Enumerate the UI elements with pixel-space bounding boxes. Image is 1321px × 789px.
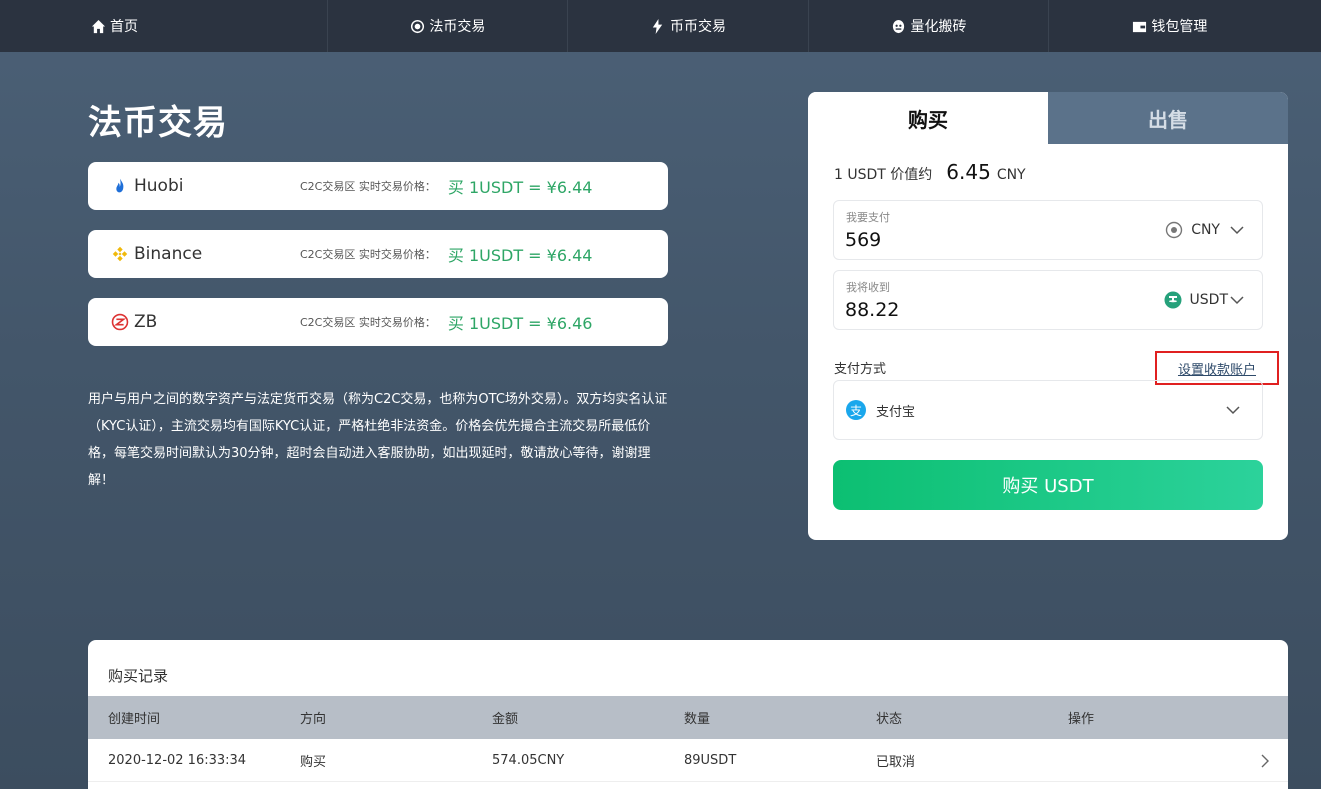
binance-icon	[110, 244, 130, 264]
page-title: 法币交易	[88, 103, 228, 143]
usdt-coin-icon	[1164, 291, 1182, 309]
receive-currency: USDT	[1189, 292, 1228, 308]
record-amount: 574.05CNY	[492, 752, 565, 768]
exchange-card-binance: Binance C2C交易区 实时交易价格： 买 1USDT = ¥6.44	[88, 230, 668, 278]
fiat-trade-description: 用户与用户之间的数字资产与法定货币交易（称为C2C交易，也称为OTC场外交易）。…	[88, 392, 668, 488]
chevron-down-icon	[1230, 293, 1244, 307]
tab-sell[interactable]: 出售	[1048, 92, 1288, 144]
nav-quant-label: 量化搬砖	[910, 19, 967, 35]
exchange-price: 买 1USDT = ¥6.46	[447, 314, 593, 333]
exchange-price-label: C2C交易区 实时交易价格：	[300, 316, 436, 329]
record-status: 已取消	[876, 754, 916, 770]
chevron-down-icon	[1226, 403, 1240, 417]
pay-amount-input[interactable]	[845, 227, 1095, 253]
exchange-price: 买 1USDT = ¥6.44	[447, 178, 593, 197]
purchase-records: 购买记录 创建时间 方向 金额 数量 状态 操作 2020-12-02 16:3…	[88, 640, 1288, 789]
column-header: 数量	[684, 712, 711, 727]
pay-amount-field: 我要支付 CNY	[833, 200, 1263, 260]
rate-prefix: 1 USDT 价值约	[834, 167, 933, 183]
tab-buy[interactable]: 购买	[808, 92, 1048, 144]
receive-currency-select[interactable]: USDT	[1164, 291, 1244, 309]
pay-currency: CNY	[1191, 222, 1220, 238]
exchange-price-label: C2C交易区 实时交易价格：	[300, 180, 436, 193]
exchange-card-zb: ZB C2C交易区 实时交易价格： 买 1USDT = ¥6.46	[88, 298, 668, 346]
nav-home[interactable]: 首页	[0, 0, 328, 52]
exchange-name: Binance	[134, 244, 203, 264]
trade-tabs: 购买 出售	[808, 92, 1288, 144]
chevron-down-icon	[1230, 223, 1244, 237]
receive-amount-label: 我将收到	[846, 281, 890, 294]
record-direction: 购买	[300, 754, 327, 770]
payment-method-select[interactable]: 支 支付宝	[833, 380, 1263, 440]
nav-coin-trade-label: 币币交易	[669, 19, 726, 35]
chevron-right-icon[interactable]	[1258, 753, 1272, 768]
nav-quant[interactable]: 量化搬砖	[809, 0, 1050, 52]
exchange-name: ZB	[134, 312, 158, 332]
nav-wallet-label: 钱包管理	[1151, 19, 1208, 35]
records-table-header: 创建时间 方向 金额 数量 状态 操作	[88, 696, 1288, 739]
records-title: 购买记录	[108, 667, 169, 685]
nav-home-label: 首页	[110, 19, 138, 35]
exchange-price-label: C2C交易区 实时交易价格：	[300, 248, 436, 261]
column-header: 金额	[492, 712, 519, 727]
nav-fiat-trade-label: 法币交易	[429, 19, 486, 35]
zb-icon	[110, 312, 130, 332]
robot-icon	[891, 18, 907, 34]
record-quantity: 89USDT	[684, 752, 737, 768]
nav-wallet[interactable]: 钱包管理	[1049, 0, 1321, 52]
column-header: 操作	[1068, 712, 1095, 727]
lightning-icon	[650, 18, 666, 34]
rate-unit: CNY	[996, 167, 1026, 183]
trade-panel: 购买 出售 1 USDT 价值约 6.45 CNY 我要支付 CNY 我将收到 …	[808, 92, 1288, 540]
record-created-time: 2020-12-02 16:33:34	[108, 752, 247, 768]
pay-amount-label: 我要支付	[846, 211, 890, 224]
exchange-rate: 1 USDT 价值约 6.45 CNY	[834, 160, 1026, 184]
top-navigation: 首页 法币交易 币币交易 量化搬砖 钱包管理	[0, 0, 1321, 52]
exchange-card-huobi: Huobi C2C交易区 实时交易价格： 买 1USDT = ¥6.44	[88, 162, 668, 210]
exchange-name: Huobi	[134, 176, 184, 196]
cny-coin-icon	[1165, 221, 1183, 239]
buy-usdt-button[interactable]: 购买 USDT	[833, 460, 1263, 510]
wallet-icon	[1131, 18, 1147, 34]
alipay-icon: 支	[846, 400, 866, 420]
column-header: 方向	[300, 712, 327, 727]
rate-value: 6.45	[946, 160, 991, 184]
receive-amount-field: 我将收到 USDT	[833, 270, 1263, 330]
huobi-flame-icon	[110, 176, 130, 196]
receive-amount-input[interactable]	[845, 297, 1095, 323]
nav-coin-trade[interactable]: 币币交易	[568, 0, 809, 52]
nav-fiat-trade[interactable]: 法币交易	[328, 0, 569, 52]
pay-currency-select[interactable]: CNY	[1165, 221, 1244, 239]
exchange-price: 买 1USDT = ¥6.44	[447, 246, 593, 265]
target-icon	[409, 18, 425, 34]
column-header: 状态	[876, 712, 903, 727]
payment-method-value: 支付宝	[876, 404, 916, 420]
table-row[interactable]: 2020-12-02 16:33:34 购买 574.05CNY 89USDT …	[88, 739, 1288, 782]
payment-method-label: 支付方式	[834, 362, 887, 377]
column-header: 创建时间	[108, 712, 161, 727]
home-icon	[90, 18, 106, 34]
